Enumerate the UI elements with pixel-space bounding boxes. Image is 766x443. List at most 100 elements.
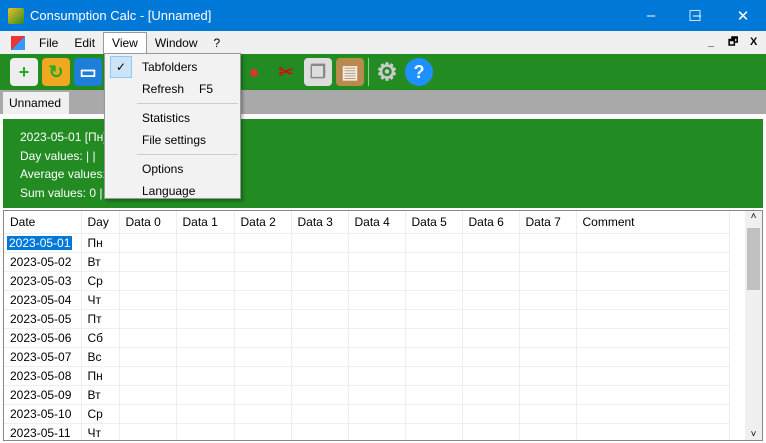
cut-icon[interactable]: ✂ bbox=[272, 58, 300, 86]
grid-cell[interactable] bbox=[348, 309, 406, 329]
column-header[interactable]: Data 5 bbox=[405, 211, 463, 234]
grid-cell[interactable]: 2023-05-05 bbox=[4, 309, 82, 329]
mdi-minimize-button[interactable]: _ bbox=[708, 31, 714, 54]
grid-cell[interactable]: Вт bbox=[81, 385, 120, 405]
grid-cell[interactable] bbox=[234, 404, 292, 424]
grid-cell[interactable]: 2023-05-09 bbox=[4, 385, 82, 405]
grid-cell[interactable] bbox=[348, 271, 406, 291]
grid-cell[interactable]: Чт bbox=[81, 423, 120, 440]
grid-cell[interactable] bbox=[234, 271, 292, 291]
data-grid[interactable]: Date Day Data 0 Data 1 Data 2 Data 3 Data 4 Dat… bbox=[3, 210, 763, 441]
column-header[interactable]: Data 1 bbox=[176, 211, 235, 234]
column-header[interactable]: Data 7 bbox=[519, 211, 577, 234]
grid-cell[interactable] bbox=[519, 290, 577, 310]
grid-cell[interactable] bbox=[176, 309, 235, 329]
grid-cell[interactable] bbox=[576, 328, 730, 348]
grid-cell[interactable] bbox=[119, 309, 177, 329]
grid-cell[interactable] bbox=[519, 271, 577, 291]
table-row[interactable]: 2023-05-10 Ср bbox=[4, 404, 730, 424]
grid-cell[interactable] bbox=[291, 252, 349, 272]
paste-icon[interactable]: ▤ bbox=[336, 58, 364, 86]
menu-item-refresh[interactable]: Refresh F5 bbox=[107, 78, 238, 100]
grid-cell[interactable] bbox=[119, 404, 177, 424]
open-folder-icon[interactable]: ↻ bbox=[42, 58, 70, 86]
grid-cell[interactable] bbox=[234, 328, 292, 348]
grid-cell[interactable] bbox=[291, 233, 349, 253]
grid-cell[interactable] bbox=[119, 252, 177, 272]
grid-cell[interactable] bbox=[405, 271, 463, 291]
grid-cell[interactable] bbox=[576, 347, 730, 367]
grid-cell[interactable]: 2023-05-06 bbox=[4, 328, 82, 348]
grid-cell[interactable] bbox=[519, 328, 577, 348]
minimize-button-2[interactable]: – bbox=[628, 0, 674, 31]
grid-cell[interactable] bbox=[348, 385, 406, 405]
grid-cell[interactable] bbox=[576, 252, 730, 272]
grid-cell[interactable] bbox=[291, 328, 349, 348]
grid-cell[interactable]: 2023-05-08 bbox=[4, 366, 82, 386]
grid-cell[interactable] bbox=[462, 271, 520, 291]
grid-cell[interactable]: Пт bbox=[81, 309, 120, 329]
grid-cell[interactable] bbox=[291, 385, 349, 405]
grid-cell[interactable] bbox=[234, 423, 292, 440]
grid-cell[interactable] bbox=[348, 366, 406, 386]
grid-cell[interactable] bbox=[519, 233, 577, 253]
grid-cell[interactable] bbox=[462, 404, 520, 424]
column-header[interactable]: Data 4 bbox=[348, 211, 406, 234]
copy-icon[interactable]: ❐ bbox=[304, 58, 332, 86]
grid-cell[interactable]: Чт bbox=[81, 290, 120, 310]
table-row[interactable]: 2023-05-05 Пт bbox=[4, 309, 730, 329]
grid-cell[interactable] bbox=[348, 328, 406, 348]
grid-cell[interactable]: Пн bbox=[81, 233, 120, 253]
grid-cell[interactable] bbox=[119, 347, 177, 367]
grid-cell[interactable]: 2023-05-10 bbox=[4, 404, 82, 424]
grid-cell[interactable]: 2023-05-11 bbox=[4, 423, 82, 440]
table-row[interactable]: 2023-05-09 Вт bbox=[4, 385, 730, 405]
close-button[interactable]: ✕ bbox=[720, 0, 766, 31]
grid-cell[interactable] bbox=[176, 404, 235, 424]
grid-cell[interactable] bbox=[119, 385, 177, 405]
grid-cell[interactable] bbox=[119, 328, 177, 348]
grid-cell[interactable]: 2023-05-01 bbox=[4, 233, 82, 253]
grid-cell[interactable] bbox=[462, 423, 520, 440]
grid-cell[interactable] bbox=[462, 309, 520, 329]
grid-cell[interactable] bbox=[405, 309, 463, 329]
grid-cell[interactable] bbox=[576, 290, 730, 310]
grid-cell[interactable] bbox=[519, 309, 577, 329]
grid-cell[interactable] bbox=[576, 366, 730, 386]
table-row[interactable]: 2023-05-02 Вт bbox=[4, 252, 730, 272]
menu-window[interactable]: Window bbox=[147, 33, 206, 53]
grid-cell[interactable]: 2023-05-02 bbox=[4, 252, 82, 272]
grid-cell[interactable] bbox=[405, 328, 463, 348]
grid-cell[interactable] bbox=[291, 309, 349, 329]
grid-cell[interactable] bbox=[348, 347, 406, 367]
grid-cell[interactable] bbox=[348, 404, 406, 424]
grid-cell[interactable] bbox=[176, 347, 235, 367]
grid-cell[interactable] bbox=[348, 290, 406, 310]
column-header[interactable]: Data 2 bbox=[234, 211, 292, 234]
grid-cell[interactable] bbox=[234, 347, 292, 367]
grid-cell[interactable] bbox=[576, 309, 730, 329]
grid-cell[interactable] bbox=[405, 404, 463, 424]
menu-item-tabfolders[interactable]: ✓ Tabfolders bbox=[107, 56, 238, 78]
grid-cell[interactable] bbox=[519, 252, 577, 272]
grid-cell[interactable] bbox=[176, 290, 235, 310]
grid-cell[interactable]: 2023-05-07 bbox=[4, 347, 82, 367]
menu-item-statistics[interactable]: Statistics bbox=[107, 107, 238, 129]
menu-file[interactable]: File bbox=[31, 33, 66, 53]
grid-cell[interactable] bbox=[119, 233, 177, 253]
scroll-up-button[interactable]: ˄ bbox=[745, 211, 762, 222]
help-icon[interactable]: ? bbox=[405, 58, 433, 86]
grid-cell[interactable] bbox=[462, 328, 520, 348]
column-header[interactable]: Data 0 bbox=[119, 211, 177, 234]
menu-view[interactable]: View bbox=[103, 32, 147, 55]
grid-cell[interactable] bbox=[119, 290, 177, 310]
tab-unnamed[interactable]: Unnamed bbox=[3, 92, 69, 114]
grid-cell[interactable] bbox=[176, 423, 235, 440]
vertical-scrollbar[interactable]: ˄ ˅ bbox=[745, 211, 762, 440]
scroll-thumb[interactable] bbox=[747, 228, 760, 290]
grid-cell[interactable]: Ср bbox=[81, 404, 120, 424]
table-row[interactable]: 2023-05-03 Ср bbox=[4, 271, 730, 291]
grid-cell[interactable] bbox=[576, 423, 730, 440]
table-row[interactable]: 2023-05-01 Пн bbox=[4, 233, 730, 253]
save-icon[interactable]: ▭ bbox=[74, 58, 102, 86]
